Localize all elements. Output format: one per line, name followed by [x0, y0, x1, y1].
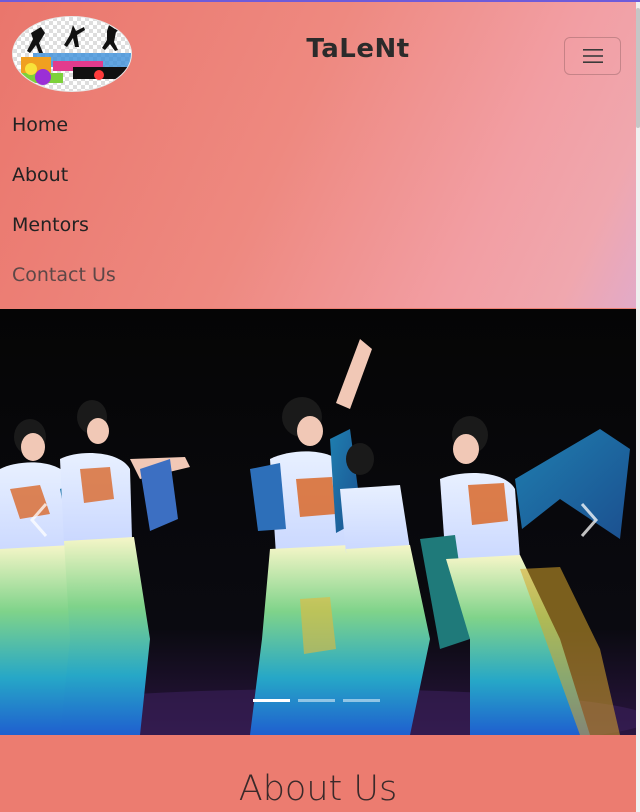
- carousel-indicator-3[interactable]: [343, 699, 380, 702]
- nav-item-home[interactable]: Home: [12, 112, 116, 162]
- dance-logo-icon[interactable]: [12, 16, 132, 92]
- nav-item-about[interactable]: About: [12, 162, 116, 212]
- about-section: About Us: [0, 735, 636, 812]
- chevron-left-icon: [30, 503, 48, 537]
- scrollbar-thumb[interactable]: [636, 8, 640, 128]
- page-scrollbar[interactable]: [636, 2, 640, 812]
- navbar: TaLeNt Home About Mentors Contact Us: [0, 2, 636, 308]
- navbar-toggle-button[interactable]: [564, 37, 621, 75]
- carousel-next-button[interactable]: [568, 490, 608, 550]
- nav-item-contact-us[interactable]: Contact Us: [12, 262, 116, 312]
- carousel-slide-image: [0, 309, 636, 735]
- carousel-indicators: [253, 699, 380, 702]
- hamburger-menu-icon: [582, 49, 603, 63]
- nav-item-mentors[interactable]: Mentors: [12, 212, 116, 262]
- nav-menu: Home About Mentors Contact Us: [12, 112, 116, 312]
- brand-title[interactable]: TaLeNt: [240, 34, 476, 64]
- about-heading: About Us: [238, 769, 398, 809]
- chevron-right-icon: [580, 503, 598, 537]
- carousel-indicator-1[interactable]: [253, 699, 290, 702]
- carousel-prev-button[interactable]: [20, 490, 60, 550]
- hero-carousel: [0, 309, 636, 735]
- carousel-indicator-2[interactable]: [298, 699, 335, 702]
